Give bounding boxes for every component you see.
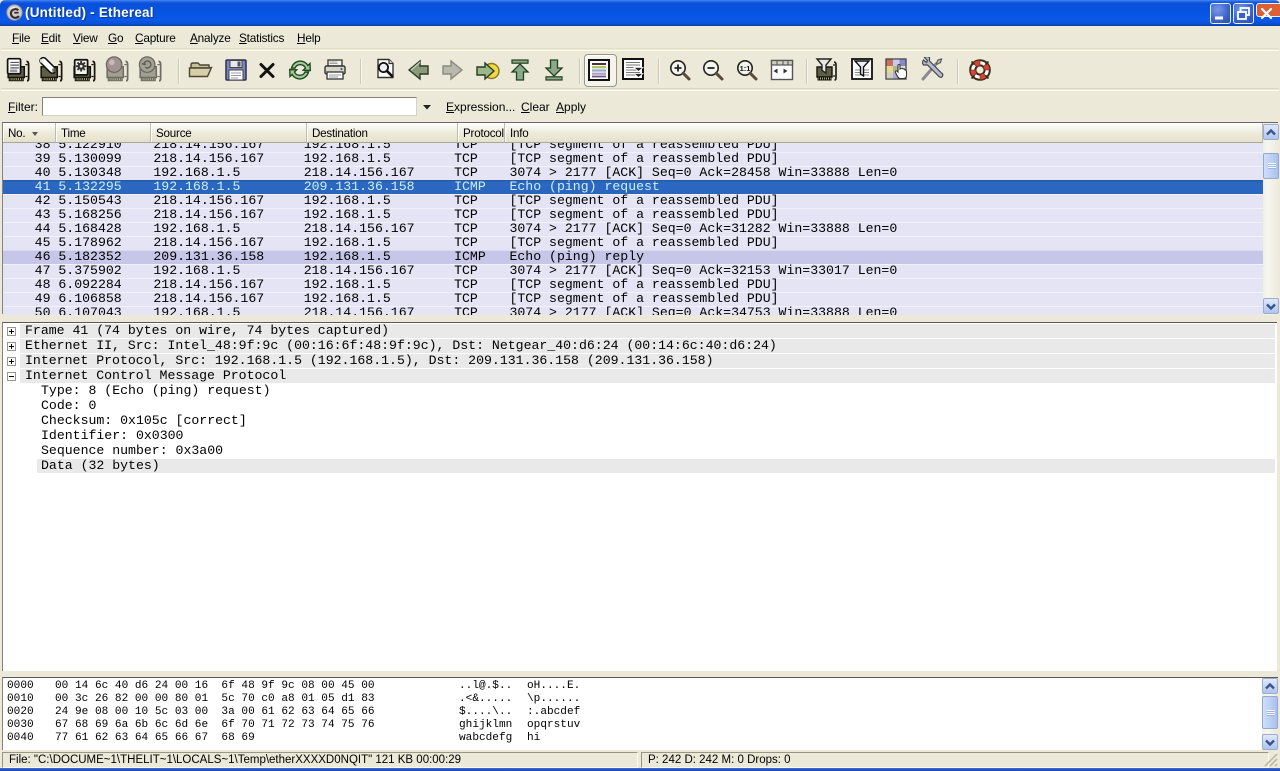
- svg-text:1:1: 1:1: [740, 64, 751, 73]
